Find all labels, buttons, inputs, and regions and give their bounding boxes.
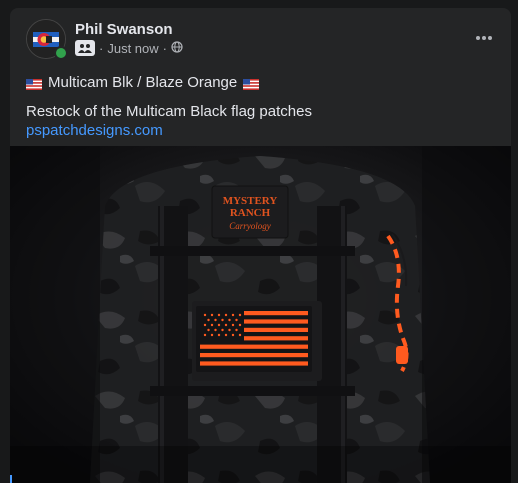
- more-options-button[interactable]: [469, 23, 499, 53]
- globe-icon[interactable]: [171, 40, 183, 56]
- brand-line1: MYSTERY: [223, 195, 278, 207]
- post-card: Phil Swanson · Just now · Multicam Blk /…: [10, 8, 511, 483]
- us-flag-emoji-icon: [243, 77, 260, 90]
- post-photo[interactable]: MYSTERY RANCH Carryology: [10, 146, 511, 483]
- meta-separator-2: ·: [162, 40, 167, 56]
- online-status-indicator: [54, 46, 68, 60]
- us-flag-emoji-icon: [26, 77, 42, 90]
- brand-line2: RANCH: [230, 207, 271, 219]
- focus-indicator: [10, 475, 12, 483]
- author-avatar[interactable]: [26, 19, 68, 60]
- author-name[interactable]: Phil Swanson: [75, 21, 173, 38]
- zipper-pull-tab: [396, 346, 408, 364]
- orange-flag-patch: [196, 306, 312, 372]
- meta-separator: ·: [99, 40, 104, 56]
- post-meta: · Just now ·: [75, 40, 183, 56]
- post-link[interactable]: pspatchdesigns.com: [26, 121, 496, 140]
- post-body: Restock of the Multicam Black flag patch…: [26, 103, 312, 120]
- more-options-icon: [476, 36, 492, 40]
- post-headline-line: Multicam Blk / Blaze Orange: [26, 70, 496, 94]
- brand-line3: Carryology: [229, 221, 271, 231]
- post-text: Multicam Blk / Blaze Orange Restock of t…: [26, 70, 496, 140]
- post-timestamp[interactable]: Just now: [107, 41, 158, 56]
- post-headline: Multicam Blk / Blaze Orange: [48, 73, 238, 91]
- group-icon[interactable]: [75, 40, 95, 56]
- post-header: Phil Swanson · Just now ·: [10, 8, 511, 68]
